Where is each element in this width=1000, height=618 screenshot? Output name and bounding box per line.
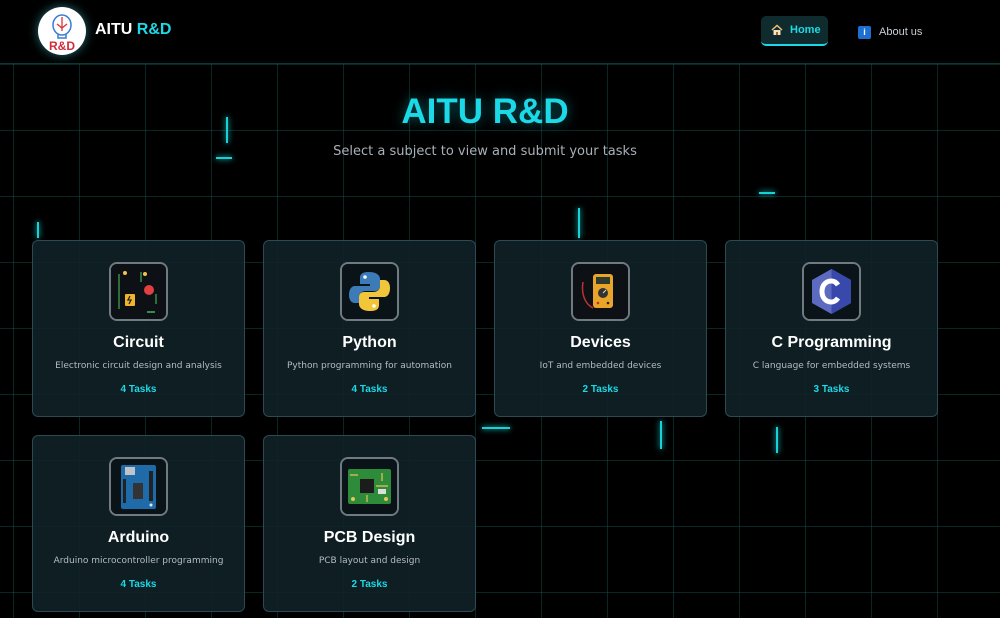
subject-title: C Programming: [771, 334, 892, 351]
multimeter-icon: [571, 262, 630, 321]
subject-title: Devices: [570, 334, 631, 351]
nav-home-button[interactable]: Home: [761, 16, 828, 46]
page-subtitle: Select a subject to view and submit your…: [333, 144, 637, 159]
brand-title[interactable]: AITU R&D: [95, 21, 171, 39]
top-navbar: R&D AITU R&D Home i About us: [0, 0, 1000, 64]
house-icon: [771, 24, 783, 35]
task-count: 4 Tasks: [351, 384, 388, 395]
logo[interactable]: R&D: [38, 7, 86, 55]
svg-text:R&D: R&D: [49, 39, 75, 53]
subject-card-arduino[interactable]: Arduino Arduino microcontroller programm…: [32, 435, 245, 612]
arduino-board-icon: [109, 457, 168, 516]
task-count: 3 Tasks: [813, 384, 850, 395]
subject-title: Arduino: [107, 529, 170, 546]
pcb-chip-icon: [340, 457, 399, 516]
nav-about-button[interactable]: i About us: [858, 22, 922, 42]
task-count: 2 Tasks: [582, 384, 619, 395]
subject-title: Circuit: [113, 334, 164, 351]
c-language-icon: [802, 262, 861, 321]
subject-title: Python: [342, 334, 397, 351]
subject-description: Python programming for automation: [286, 361, 453, 371]
subject-description: PCB layout and design: [318, 556, 421, 566]
brand-name: AITU: [95, 21, 133, 38]
subject-card-c-programming[interactable]: C Programming C language for embedded sy…: [725, 240, 938, 417]
subject-description: IoT and embedded devices: [539, 361, 662, 371]
brand-suffix: R&D: [136, 21, 172, 38]
circuit-icon: [109, 262, 168, 321]
page-title: AITU R&D: [401, 92, 569, 131]
subject-card-python[interactable]: Python Python programming for automation…: [263, 240, 476, 417]
nav-home-label: Home: [790, 24, 821, 36]
lightbulb-logo-icon: R&D: [39, 8, 85, 54]
glow-streak: [776, 427, 778, 453]
task-count: 4 Tasks: [120, 579, 157, 590]
subject-card-devices[interactable]: Devices IoT and embedded devices 2 Tasks: [494, 240, 707, 417]
glow-streak: [759, 192, 775, 194]
task-count: 2 Tasks: [351, 579, 388, 590]
glow-streak: [482, 427, 510, 429]
subject-card-pcb-design[interactable]: PCB Design PCB layout and design 2 Tasks: [263, 435, 476, 612]
nav-about-label: About us: [879, 26, 923, 38]
subject-description: Electronic circuit design and analysis: [55, 361, 222, 371]
glow-streak: [37, 222, 39, 238]
task-count: 4 Tasks: [120, 384, 157, 395]
subject-description: Arduino microcontroller programming: [53, 556, 224, 566]
subject-title: PCB Design: [323, 529, 416, 546]
glow-streak: [578, 208, 580, 238]
subject-description: C language for embedded systems: [752, 361, 911, 371]
info-icon: i: [858, 25, 871, 39]
glow-streak: [660, 421, 662, 449]
subject-card-circuit[interactable]: Circuit Electronic circuit design and an…: [32, 240, 245, 417]
python-logo-icon: [340, 262, 399, 321]
